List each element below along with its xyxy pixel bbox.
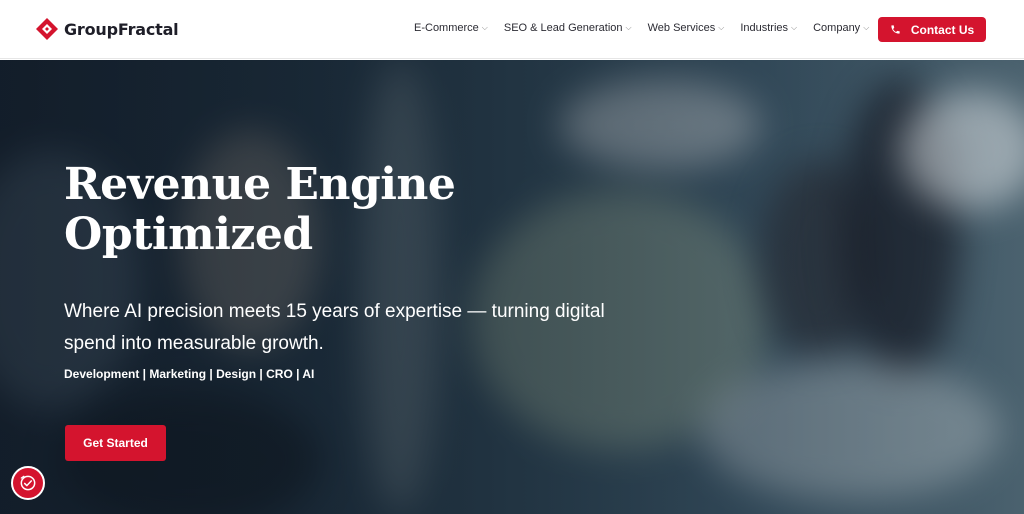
accessibility-icon [20, 475, 36, 491]
chevron-down-icon: ⌵ [791, 23, 798, 32]
nav-item-industries[interactable]: Industries ⌵ [740, 22, 797, 34]
nav-label: Web Services [647, 22, 716, 34]
chevron-down-icon: ⌵ [863, 23, 870, 32]
get-started-button[interactable]: Get Started [65, 425, 166, 461]
nav-item-seo-lead-generation[interactable]: SEO & Lead Generation ⌵ [504, 22, 632, 34]
hero-section: Revenue Engine Optimized Where AI precis… [0, 60, 1024, 514]
chevron-down-icon: ⌵ [481, 23, 488, 32]
nav-label: Company [813, 22, 861, 34]
brand-logo[interactable]: GroupFractal [36, 18, 179, 40]
main-nav: E-Commerce ⌵ SEO & Lead Generation ⌵ Web… [414, 22, 885, 34]
diamond-logo-icon [36, 18, 58, 40]
nav-label: Industries [740, 22, 789, 34]
accessibility-button[interactable] [11, 466, 45, 500]
chevron-down-icon: ⌵ [625, 23, 632, 32]
site-header: GroupFractal E-Commerce ⌵ SEO & Lead Gen… [0, 0, 1024, 59]
nav-label: SEO & Lead Generation [503, 22, 623, 34]
hero-title-line-2: Optimized [64, 209, 313, 260]
contact-us-label: Contact Us [910, 22, 975, 37]
nav-item-company[interactable]: Company ⌵ [813, 22, 869, 34]
hero-subtitle: Where AI precision meets 15 years of exp… [64, 301, 605, 354]
brand-name: GroupFractal [64, 19, 179, 39]
nav-item-e-commerce[interactable]: E-Commerce ⌵ [414, 22, 488, 34]
hero-title: Revenue Engine Optimized [64, 160, 484, 260]
hero-service-tags: Development | Marketing | Design | CRO |… [64, 367, 315, 381]
chevron-down-icon: ⌵ [718, 23, 725, 32]
contact-us-button[interactable]: Contact Us [878, 17, 986, 42]
nav-label: E-Commerce [414, 22, 479, 34]
nav-item-web-services[interactable]: Web Services ⌵ [648, 22, 725, 34]
get-started-label: Get Started [83, 436, 148, 450]
hero-title-line-1: Revenue Engine [64, 159, 456, 210]
phone-icon [891, 25, 900, 34]
